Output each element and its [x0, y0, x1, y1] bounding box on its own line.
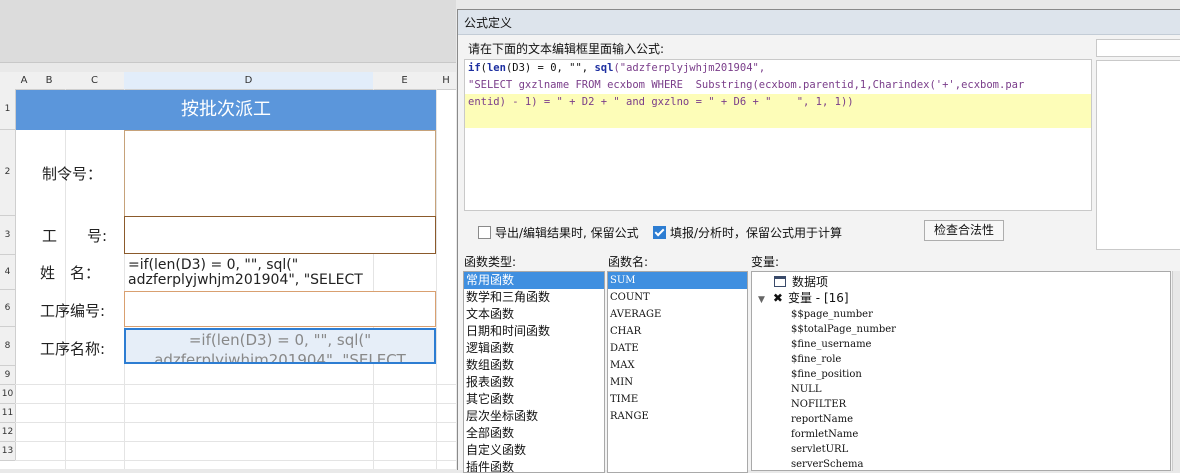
- order-no-cell[interactable]: [124, 130, 436, 217]
- column-header-c[interactable]: C: [65, 72, 125, 90]
- label-process-no: 工序编号:: [40, 302, 106, 320]
- list-item[interactable]: TIME: [608, 391, 747, 408]
- code-line-1: if(len(D3) = 0, "", sql("adzferplyjwhjm2…: [468, 62, 766, 74]
- search-input[interactable]: [1096, 39, 1180, 57]
- list-item[interactable]: AVERAGE: [608, 306, 747, 323]
- row-header[interactable]: 1: [0, 89, 16, 130]
- row-header[interactable]: 11: [0, 404, 16, 423]
- column-header-e[interactable]: E: [373, 72, 437, 90]
- row-header[interactable]: 13: [0, 442, 16, 461]
- tree-leaf[interactable]: $$page_number: [752, 307, 1170, 322]
- list-item[interactable]: 日期和时间函数: [464, 323, 604, 340]
- tree-leaf[interactable]: servletURL: [752, 442, 1170, 457]
- row-header[interactable]: 10: [0, 385, 16, 404]
- func-name-list[interactable]: SUM COUNT AVERAGE CHAR DATE MAX MIN TIME…: [607, 271, 748, 473]
- label-order-no: 制令号：: [42, 165, 103, 183]
- chevron-down-icon[interactable]: ▼: [758, 295, 765, 305]
- tree-leaf[interactable]: $fine_username: [752, 337, 1170, 352]
- func-type-header: 函数类型:: [464, 255, 517, 269]
- list-item[interactable]: 数学和三角函数: [464, 289, 604, 306]
- list-item[interactable]: 报表函数: [464, 374, 604, 391]
- tree-item-variables[interactable]: ▼ ✖ 变量 - [16]: [752, 290, 1170, 307]
- toolbar-area: [0, 0, 456, 63]
- formula-text: =if(len(D3) = 0, "", sql(": [128, 258, 299, 273]
- spreadsheet[interactable]: A B C D E H 1 2 3 4 6 8 9 10 11 12 13 按批…: [0, 72, 456, 469]
- tree-leaf[interactable]: NOFILTER: [752, 397, 1170, 412]
- list-item[interactable]: 层次坐标函数: [464, 408, 604, 425]
- table-icon: [774, 276, 786, 287]
- tree-item-data-items[interactable]: 数据项: [752, 275, 1170, 290]
- list-item[interactable]: 常用函数: [464, 272, 604, 289]
- select-all-corner[interactable]: [0, 72, 16, 90]
- list-item[interactable]: MAX: [608, 357, 747, 374]
- list-item[interactable]: CHAR: [608, 323, 747, 340]
- label-process-name: 工序名称:: [40, 340, 106, 358]
- row-header[interactable]: 12: [0, 423, 16, 442]
- row-header[interactable]: 8: [0, 327, 16, 366]
- formula-dialog: 公式定义 请在下面的文本编辑框里面输入公式: if(len(D3) = 0, "…: [457, 9, 1180, 473]
- row-header[interactable]: 4: [0, 255, 16, 290]
- dialog-titlebar[interactable]: 公式定义: [458, 10, 1180, 35]
- column-header-a[interactable]: A: [15, 72, 34, 90]
- column-header-h[interactable]: H: [436, 72, 456, 90]
- list-item[interactable]: SUM: [608, 272, 747, 289]
- name-formula-cell[interactable]: =if(len(D3) = 0, "", sql(" adzferplyjwhj…: [128, 258, 428, 288]
- list-item[interactable]: 逻辑函数: [464, 340, 604, 357]
- tree-leaf[interactable]: $fine_position: [752, 367, 1170, 382]
- tree-leaf[interactable]: formletName: [752, 427, 1170, 442]
- code-line-2: "SELECT gxzlname FROM ecxbom WHERE Subst…: [468, 79, 1025, 91]
- work-no-cell[interactable]: [124, 216, 436, 254]
- tree-leaf[interactable]: reportName: [752, 412, 1170, 427]
- list-item[interactable]: DATE: [608, 340, 747, 357]
- dialog-title: 公式定义: [464, 16, 513, 30]
- check-validity-button[interactable]: 检查合法性: [924, 220, 1004, 241]
- list-item[interactable]: 全部函数: [464, 425, 604, 442]
- variable-group-icon: ✖: [772, 291, 783, 305]
- func-type-list[interactable]: 常用函数 数学和三角函数 文本函数 日期和时间函数 逻辑函数 数组函数 报表函数…: [463, 271, 605, 473]
- list-item[interactable]: 其它函数: [464, 391, 604, 408]
- column-header-b[interactable]: B: [33, 72, 66, 90]
- list-item[interactable]: MIN: [608, 374, 747, 391]
- keep-formula-export-checkbox[interactable]: 导出/编辑结果时, 保留公式: [478, 224, 639, 241]
- func-name-header: 函数名:: [608, 255, 649, 269]
- keep-formula-fill-checkbox[interactable]: 填报/分析时，保留公式用于计算: [653, 224, 842, 241]
- column-header-d[interactable]: D: [124, 72, 374, 90]
- description-panel: [1096, 60, 1180, 250]
- list-item[interactable]: COUNT: [608, 289, 747, 306]
- process-no-cell[interactable]: [124, 291, 436, 327]
- vertical-scrollbar[interactable]: [1172, 271, 1180, 471]
- row-header[interactable]: 3: [0, 216, 16, 255]
- list-item[interactable]: 自定义函数: [464, 442, 604, 459]
- process-name-formula-cell[interactable]: =if(len(D3) = 0, "", sql(" adzferplyjwhj…: [124, 328, 436, 364]
- variable-header: 变量:: [751, 255, 780, 269]
- list-item[interactable]: 文本函数: [464, 306, 604, 323]
- formula-editor[interactable]: if(len(D3) = 0, "", sql("adzferplyjwhjm2…: [464, 59, 1092, 211]
- label-work-no: 工 号:: [42, 227, 108, 245]
- row-header[interactable]: 6: [0, 290, 16, 327]
- list-item[interactable]: 数组函数: [464, 357, 604, 374]
- tree-leaf[interactable]: $$totalPage_number: [752, 322, 1170, 337]
- label-name: 姓 名：: [40, 264, 101, 282]
- code-line-3: entid) - 1) = " + D2 + " and gxzlno = " …: [468, 96, 854, 108]
- tree-leaf[interactable]: $fine_role: [752, 352, 1170, 367]
- instruction-text: 请在下面的文本编辑框里面输入公式:: [468, 42, 665, 56]
- variable-tree[interactable]: 数据项 ▼ ✖ 变量 - [16] $$page_number $$totalPag…: [751, 271, 1171, 471]
- tree-leaf[interactable]: NULL: [752, 382, 1170, 397]
- formula-text: adzferplyjwhjm201904", "SELECT: [154, 351, 406, 364]
- row-header[interactable]: 2: [0, 130, 16, 216]
- row-header[interactable]: 9: [0, 366, 16, 385]
- formula-text: adzferplyjwhjm201904", "SELECT: [128, 272, 363, 288]
- formula-text: =if(len(D3) = 0, "", sql(": [188, 331, 372, 349]
- list-item[interactable]: 插件函数: [464, 459, 604, 472]
- list-item[interactable]: RANGE: [608, 408, 747, 425]
- report-title-banner[interactable]: 按批次派工: [16, 90, 436, 130]
